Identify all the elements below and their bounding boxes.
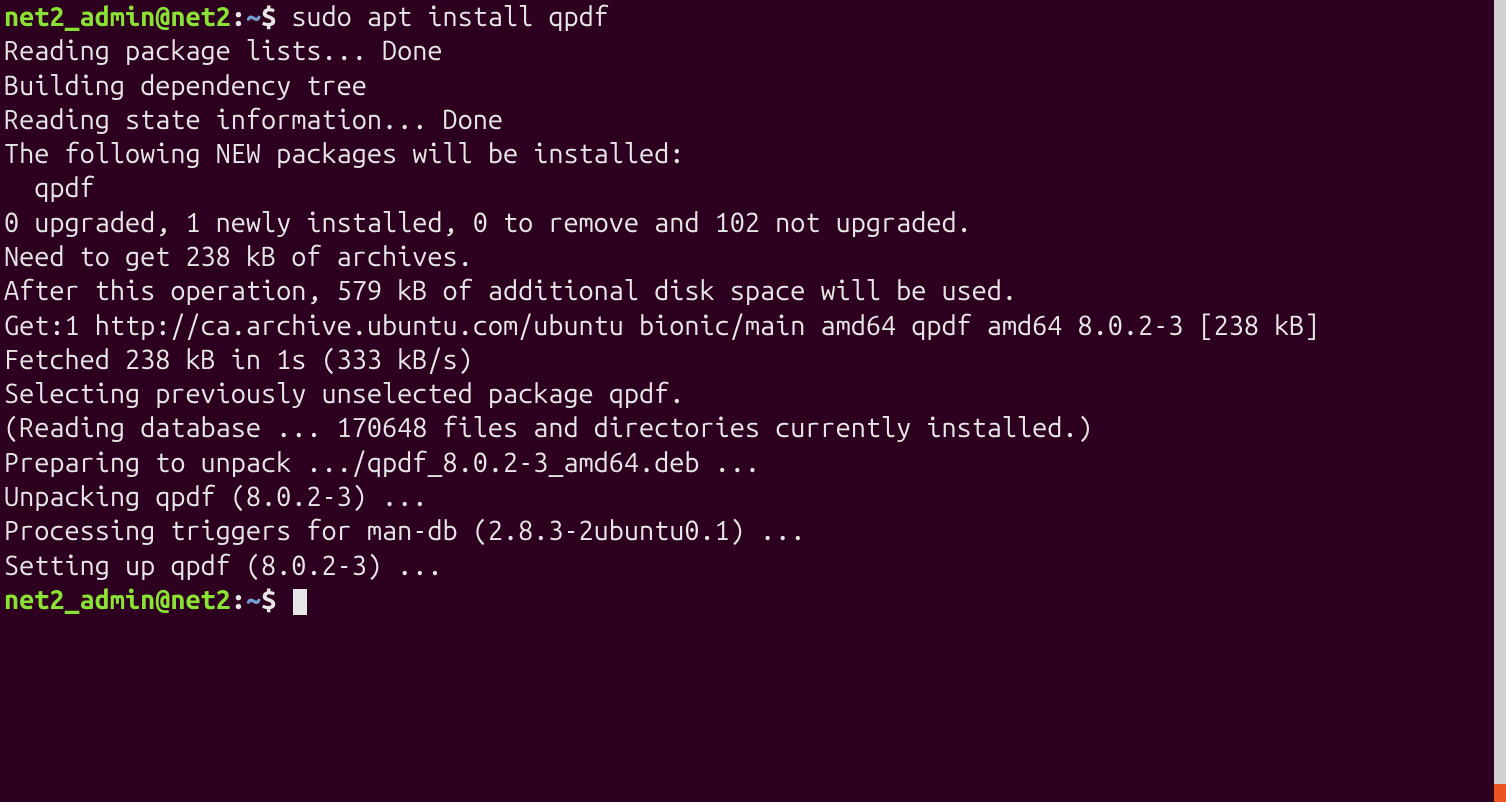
prompt-path: ~ bbox=[246, 585, 261, 615]
scrollbar-track[interactable] bbox=[1494, 0, 1506, 802]
output-line: Unpacking qpdf (8.0.2-3) ... bbox=[4, 480, 1490, 514]
output-line: Reading package lists... Done bbox=[4, 34, 1490, 68]
cursor-block bbox=[293, 589, 307, 615]
output-line: Reading state information... Done bbox=[4, 103, 1490, 137]
prompt-dollar: $ bbox=[261, 585, 291, 615]
output-line: Processing triggers for man-db (2.8.3-2u… bbox=[4, 514, 1490, 548]
output-line: (Reading database ... 170648 files and d… bbox=[4, 411, 1490, 445]
output-line: Selecting previously unselected package … bbox=[4, 377, 1490, 411]
prompt-line-2[interactable]: net2_admin@net2:~$ bbox=[4, 583, 1490, 617]
command-text: sudo apt install qpdf bbox=[291, 2, 609, 32]
output-line: The following NEW packages will be insta… bbox=[4, 137, 1490, 171]
output-line: Setting up qpdf (8.0.2-3) ... bbox=[4, 549, 1490, 583]
prompt-separator: : bbox=[231, 2, 246, 32]
output-line: Building dependency tree bbox=[4, 69, 1490, 103]
output-line: 0 upgraded, 1 newly installed, 0 to remo… bbox=[4, 206, 1490, 240]
prompt-path: ~ bbox=[246, 2, 261, 32]
prompt-line-1: net2_admin@net2:~$ sudo apt install qpdf bbox=[4, 0, 1490, 34]
prompt-user-host: net2_admin@net2 bbox=[4, 585, 231, 615]
output-line: qpdf bbox=[4, 171, 1490, 205]
output-line: After this operation, 579 kB of addition… bbox=[4, 274, 1490, 308]
prompt-separator: : bbox=[231, 585, 246, 615]
scrollbar-indicator bbox=[1494, 784, 1506, 802]
output-line: Preparing to unpack .../qpdf_8.0.2-3_amd… bbox=[4, 446, 1490, 480]
output-line: Fetched 238 kB in 1s (333 kB/s) bbox=[4, 343, 1490, 377]
prompt-user-host: net2_admin@net2 bbox=[4, 2, 231, 32]
output-line: Need to get 238 kB of archives. bbox=[4, 240, 1490, 274]
terminal-window[interactable]: net2_admin@net2:~$ sudo apt install qpdf… bbox=[0, 0, 1494, 802]
prompt-dollar: $ bbox=[261, 2, 291, 32]
output-line: Get:1 http://ca.archive.ubuntu.com/ubunt… bbox=[4, 309, 1490, 343]
